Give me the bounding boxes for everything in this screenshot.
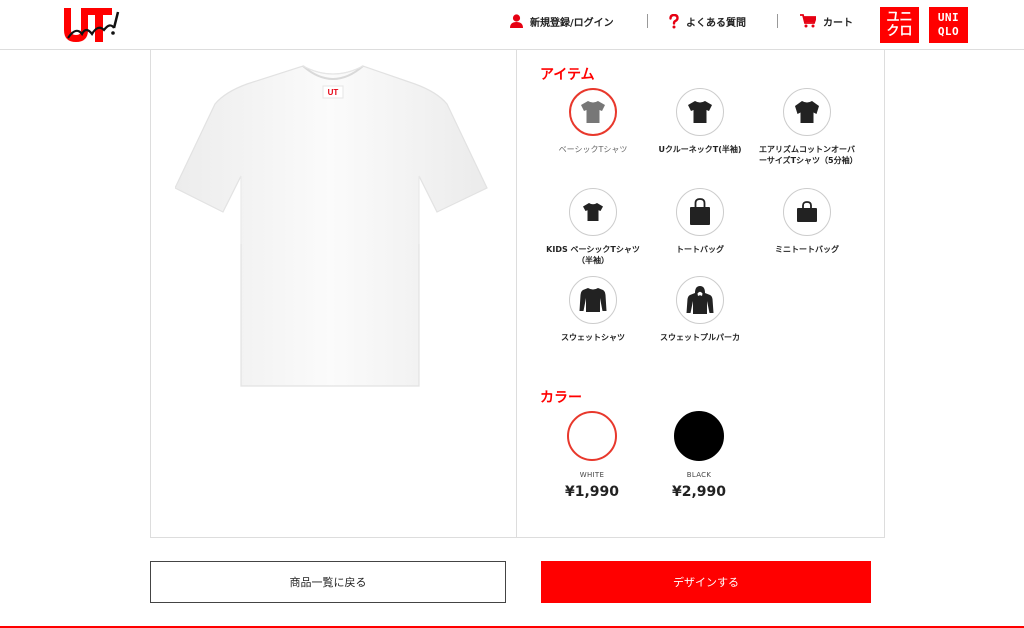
item-label: エアリズムコットンオーバーサイズTシャツ（5分袖） xyxy=(759,145,858,165)
uniqlo-katakana-logo[interactable]: ユニ クロ xyxy=(880,7,919,43)
question-icon xyxy=(669,13,679,28)
item-label: ミニトートバッグ xyxy=(775,245,839,254)
hoodie-icon xyxy=(686,286,714,314)
login-label: 新規登録/ログイン xyxy=(530,17,614,29)
kids-tshirt-icon xyxy=(583,203,603,221)
tote-bag-icon xyxy=(690,198,710,225)
sweatshirt-icon xyxy=(579,288,607,312)
item-tote-bag[interactable]: トートバッグ xyxy=(652,188,748,255)
item-basic-tshirt[interactable]: ベーシックTシャツ xyxy=(545,88,641,155)
faq-label: よくある質問 xyxy=(686,17,746,29)
color-option-black[interactable]: BLACK ¥2,990 xyxy=(649,411,749,500)
tshirt-icon xyxy=(581,101,605,123)
login-link[interactable]: 新規登録/ログイン xyxy=(510,12,614,30)
cart-icon xyxy=(800,14,816,28)
user-icon xyxy=(510,14,523,28)
color-price: ¥1,990 xyxy=(564,484,620,500)
item-label: スウェットシャツ xyxy=(561,333,625,342)
design-button[interactable]: デザインする xyxy=(541,561,871,603)
item-mini-tote-bag[interactable]: ミニトートバッグ xyxy=(759,188,855,255)
mini-tote-bag-icon xyxy=(797,201,817,222)
color-price: ¥2,990 xyxy=(671,484,727,500)
color-name: BLACK xyxy=(686,471,712,479)
item-circle xyxy=(569,276,617,324)
item-label: KIDS ベーシックTシャツ（半袖） xyxy=(546,245,640,265)
item-circle xyxy=(569,188,617,236)
site-header: 新規登録/ログイン よくある質問 カート ユニ クロ UNI QLO xyxy=(0,0,1024,50)
items-section-title: アイテム xyxy=(540,67,595,83)
back-to-list-button[interactable]: 商品一覧に戻る xyxy=(150,561,506,603)
product-panel: UT アイテム ベーシックTシャツ UクルーネックT(半袖) エアリズムコットン… xyxy=(150,50,885,538)
item-kids-tshirt[interactable]: KIDS ベーシックTシャツ（半袖） xyxy=(545,188,641,266)
item-circle xyxy=(676,88,724,136)
nav-divider xyxy=(777,14,778,28)
item-crew-neck-tshirt[interactable]: UクルーネックT(半袖) xyxy=(652,88,748,155)
tshirt-preview-image: UT xyxy=(175,65,488,387)
item-label: ベーシックTシャツ xyxy=(558,145,628,154)
color-swatch-black xyxy=(674,411,724,461)
cart-link[interactable]: カート xyxy=(800,12,853,30)
item-hoodie[interactable]: スウェットプルパーカ xyxy=(652,276,748,343)
panel-divider xyxy=(516,50,517,537)
svg-text:UT: UT xyxy=(328,88,339,97)
color-name: WHITE xyxy=(579,471,605,479)
item-circle xyxy=(569,88,617,136)
color-swatch-white xyxy=(567,411,617,461)
cart-label: カート xyxy=(823,17,853,29)
item-sweatshirt[interactable]: スウェットシャツ xyxy=(545,276,641,343)
item-label: トートバッグ xyxy=(676,245,724,254)
faq-link[interactable]: よくある質問 xyxy=(669,12,746,30)
colors-section-title: カラー xyxy=(540,390,582,406)
item-label: UクルーネックT(半袖) xyxy=(658,145,742,154)
uniqlo-logo[interactable]: UNI QLO xyxy=(929,7,968,43)
item-circle xyxy=(783,88,831,136)
item-circle xyxy=(676,276,724,324)
ut-me-logo[interactable] xyxy=(58,4,128,46)
tshirt-icon xyxy=(795,101,819,123)
nav-divider xyxy=(647,14,648,28)
tshirt-icon xyxy=(688,101,712,123)
item-airism-oversize-tshirt[interactable]: エアリズムコットンオーバーサイズTシャツ（5分袖） xyxy=(759,88,858,166)
color-option-white[interactable]: WHITE ¥1,990 xyxy=(542,411,642,500)
item-circle xyxy=(676,188,724,236)
item-circle xyxy=(783,188,831,236)
item-label: スウェットプルパーカ xyxy=(660,333,740,342)
